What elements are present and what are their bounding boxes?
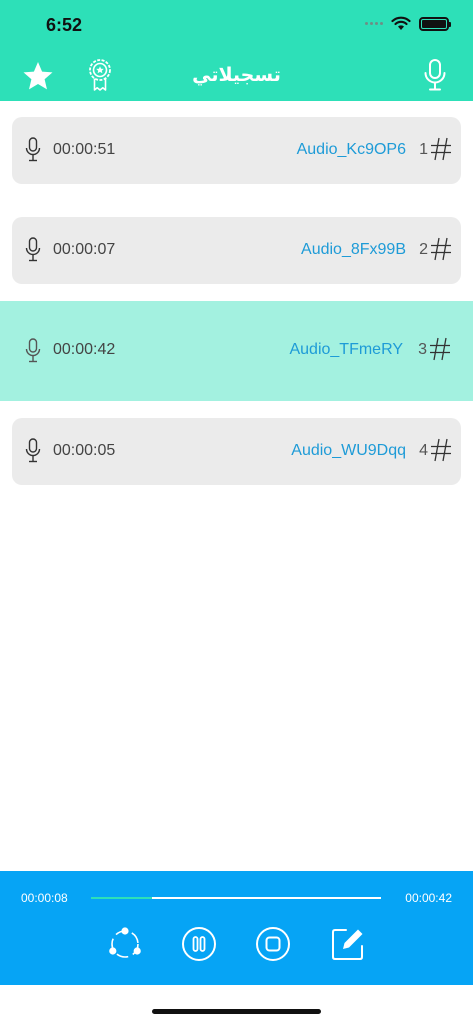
microphone-icon bbox=[25, 137, 41, 162]
status-icons bbox=[365, 16, 451, 31]
recording-row-3[interactable]: 00:00:42 Audio_TFmeRY 3 bbox=[0, 301, 473, 401]
page-title: تسجيلاتي bbox=[192, 65, 281, 86]
progress-fill bbox=[91, 897, 152, 899]
wifi-icon bbox=[391, 16, 411, 30]
microphone-icon bbox=[25, 338, 41, 363]
total-time: 00:00:42 bbox=[405, 891, 452, 905]
hash-icon bbox=[431, 438, 451, 462]
recording-row-2[interactable]: 00:00:07 Audio_8Fx99B 2 bbox=[12, 217, 461, 284]
recording-number: 1 bbox=[419, 141, 428, 158]
recording-name[interactable]: Audio_8Fx99B bbox=[301, 241, 406, 259]
recording-duration: 00:00:07 bbox=[53, 241, 116, 258]
hash-icon bbox=[431, 237, 451, 261]
share-icon[interactable] bbox=[107, 926, 143, 962]
home-indicator bbox=[152, 1009, 321, 1014]
recording-row-1[interactable]: 00:00:51 Audio_Kc9OP6 1 bbox=[12, 117, 461, 184]
status-time: 6:52 bbox=[46, 15, 83, 35]
recording-name[interactable]: Audio_TFmeRY bbox=[289, 341, 403, 359]
recording-duration: 00:00:42 bbox=[53, 341, 116, 358]
recording-number: 3 bbox=[418, 341, 427, 358]
recording-name[interactable]: Audio_WU9Dqq bbox=[291, 442, 406, 460]
recording-number: 2 bbox=[419, 241, 428, 258]
header-bar: 6:52 تسجيلاتي bbox=[0, 0, 473, 101]
microphone-icon bbox=[25, 438, 41, 463]
battery-icon bbox=[419, 16, 451, 31]
recording-row-4[interactable]: 00:00:05 Audio_WU9Dqq 4 bbox=[12, 418, 461, 485]
recording-number: 4 bbox=[419, 442, 428, 459]
microphone-icon[interactable] bbox=[422, 58, 448, 92]
signal-icon bbox=[365, 22, 383, 25]
recording-name[interactable]: Audio_Kc9OP6 bbox=[297, 141, 406, 159]
hash-icon bbox=[430, 337, 450, 361]
recording-duration: 00:00:51 bbox=[53, 141, 116, 158]
edit-icon[interactable] bbox=[330, 926, 366, 962]
progress-slider[interactable] bbox=[91, 897, 381, 899]
microphone-icon bbox=[25, 237, 41, 262]
recording-duration: 00:00:05 bbox=[53, 442, 116, 459]
audio-player: 00:00:08 00:00:42 bbox=[0, 871, 473, 985]
stop-icon[interactable] bbox=[255, 926, 291, 962]
elapsed-time: 00:00:08 bbox=[21, 891, 68, 905]
pause-icon[interactable] bbox=[181, 926, 217, 962]
hash-icon bbox=[431, 137, 451, 161]
